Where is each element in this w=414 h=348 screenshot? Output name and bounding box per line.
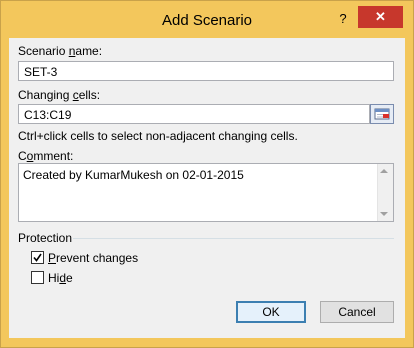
range-collapse-button[interactable] [370, 104, 394, 124]
changing-cells-label: Changing cells: [18, 88, 100, 102]
changing-cells-hint: Ctrl+click cells to select non-adjacent … [18, 129, 298, 143]
hide-label[interactable]: Hide [48, 271, 73, 285]
changing-cells-input[interactable]: C13:C19 [18, 104, 370, 124]
prevent-changes-label[interactable]: Prevent changes [48, 251, 138, 265]
comment-label: Comment: [18, 149, 73, 163]
prevent-changes-checkbox[interactable] [31, 251, 44, 264]
changing-cells-label-pre: Changing [18, 88, 73, 102]
hide-pre: Hi [48, 271, 60, 285]
comment-label-post: mment: [33, 149, 74, 163]
hide-post: e [66, 271, 73, 285]
scenario-name-input[interactable]: SET-3 [18, 61, 394, 81]
prevent-changes-accel: P [48, 251, 57, 265]
protection-group-label: Protection [18, 231, 73, 245]
title-bar[interactable]: Add Scenario ? ✕ [1, 1, 413, 39]
scroll-up-arrow-icon[interactable] [380, 169, 388, 173]
scroll-down-arrow-icon[interactable] [380, 212, 388, 216]
hide-checkbox[interactable] [31, 271, 44, 284]
checkmark-icon [33, 253, 42, 262]
comment-scrollbar[interactable] [377, 164, 393, 221]
comment-text: Created by KumarMukesh on 02-01-2015 [23, 168, 244, 182]
changing-cells-label-post: ells: [78, 88, 101, 102]
range-collapse-icon [374, 108, 390, 120]
dialog-body: Scenario name: SET-3 Changing cells: C13… [9, 38, 405, 338]
prevent-changes-rest: revent changes [56, 251, 139, 265]
close-button[interactable]: ✕ [358, 6, 403, 28]
protection-divider [73, 238, 394, 239]
comment-label-pre: C [18, 149, 27, 163]
add-scenario-dialog: Add Scenario ? ✕ Scenario name: SET-3 Ch… [0, 0, 414, 348]
scenario-name-label-post: ame: [75, 44, 103, 58]
comment-textarea[interactable]: Created by KumarMukesh on 02-01-2015 [18, 163, 394, 222]
scenario-name-label-pre: Scenario [18, 44, 69, 58]
ok-button[interactable]: OK [236, 301, 306, 323]
cancel-button[interactable]: Cancel [320, 301, 394, 323]
scenario-name-label: Scenario name: [18, 44, 102, 58]
help-button[interactable]: ? [331, 9, 355, 29]
